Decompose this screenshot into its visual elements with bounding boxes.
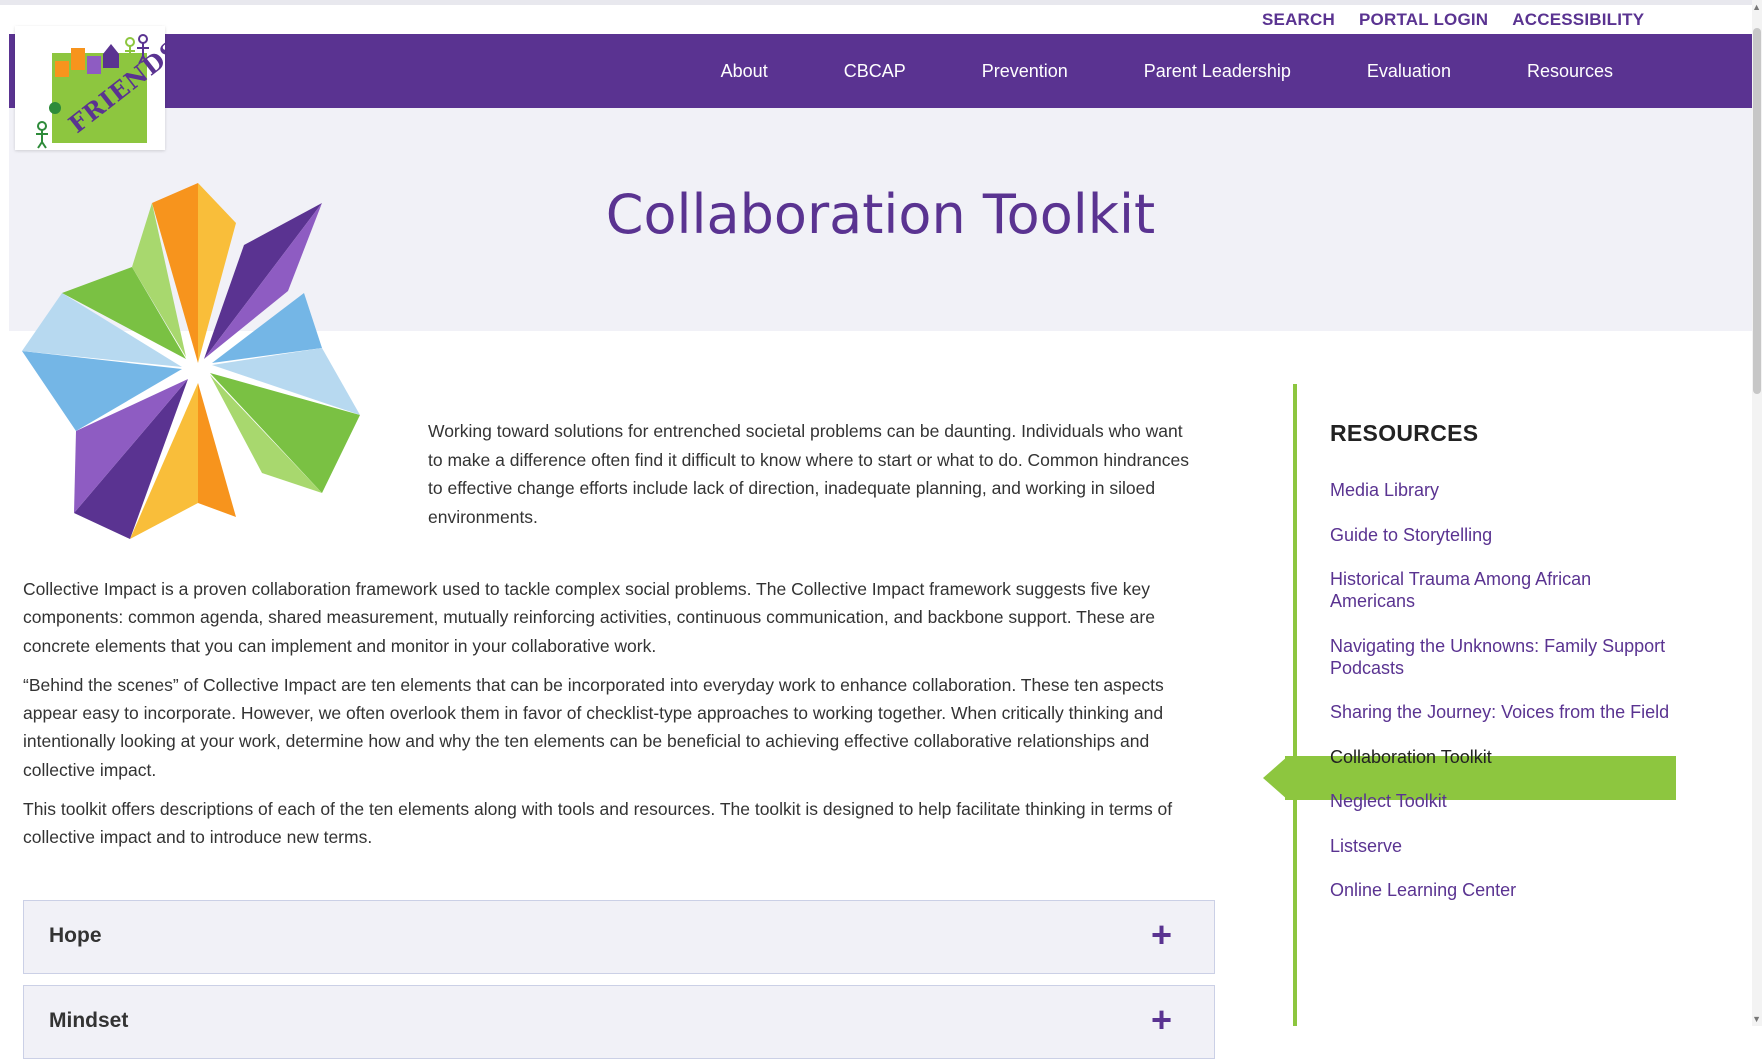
sidebar-divider <box>1293 384 1297 1026</box>
paragraph-behind-the-scenes: “Behind the scenes” of Collective Impact… <box>23 674 1164 780</box>
accordion-label: Hope <box>49 924 102 947</box>
nav-resources[interactable]: Resources <box>1489 61 1651 82</box>
sidebar-item-collaboration-toolkit[interactable]: Collaboration Toolkit <box>1330 737 1670 782</box>
sidebar-item-media-library[interactable]: Media Library <box>1330 470 1670 515</box>
accordion-hope[interactable]: Hope + <box>23 900 1215 974</box>
intro-paragraph: Working toward solutions for entrenched … <box>428 421 1190 527</box>
scroll-up-arrow-icon[interactable]: ▲ <box>1752 2 1761 12</box>
scrollbar[interactable]: ▲ ▼ <box>1752 0 1762 1026</box>
accessibility-link[interactable]: ACCESSIBILITY <box>1512 10 1644 30</box>
nav-prevention[interactable]: Prevention <box>944 61 1106 82</box>
main-nav: About CBCAP Prevention Parent Leadership… <box>683 34 1651 108</box>
search-link[interactable]: SEARCH <box>1262 10 1335 30</box>
friends-logo[interactable]: FRIENDS <box>15 26 186 150</box>
top-border <box>0 0 1762 5</box>
nav-cbcap[interactable]: CBCAP <box>806 61 944 82</box>
nav-evaluation[interactable]: Evaluation <box>1329 61 1489 82</box>
nav-parent-leadership[interactable]: Parent Leadership <box>1106 61 1329 82</box>
scroll-down-arrow-icon[interactable]: ▼ <box>1752 1014 1761 1024</box>
sidebar-title: RESOURCES <box>1330 420 1479 446</box>
portal-login-link[interactable]: PORTAL LOGIN <box>1359 10 1488 30</box>
sidebar-item-online-learning-center[interactable]: Online Learning Center <box>1330 870 1670 915</box>
expand-plus-icon[interactable]: + <box>1151 1000 1172 1040</box>
main-navbar: About CBCAP Prevention Parent Leadership… <box>9 34 1752 108</box>
sidebar-list: Media Library Guide to Storytelling Hist… <box>1330 470 1670 915</box>
sidebar-item-guide-to-storytelling[interactable]: Guide to Storytelling <box>1330 515 1670 560</box>
body-text: Collective Impact is a proven collaborat… <box>23 575 1213 863</box>
collaboration-pinwheel-graphic <box>22 183 360 539</box>
logo-graphic: FRIENDS <box>36 34 186 149</box>
sidebar-item-neglect-toolkit[interactable]: Neglect Toolkit <box>1330 781 1670 826</box>
paragraph-toolkit-description: This toolkit offers descriptions of each… <box>23 799 1173 848</box>
sidebar-item-sharing-the-journey[interactable]: Sharing the Journey: Voices from the Fie… <box>1330 692 1670 737</box>
sidebar-item-listserve[interactable]: Listserve <box>1330 826 1670 871</box>
accordion-mindset[interactable]: Mindset + <box>23 985 1215 1059</box>
sidebar-item-historical-trauma[interactable]: Historical Trauma Among African American… <box>1330 559 1670 626</box>
sidebar-item-navigating-the-unknowns[interactable]: Navigating the Unknowns: Family Support … <box>1330 626 1670 693</box>
paragraph-collective-impact: Collective Impact is a proven collaborat… <box>23 579 1155 656</box>
scrollbar-thumb[interactable] <box>1753 28 1761 394</box>
accordion-label: Mindset <box>49 1009 129 1032</box>
expand-plus-icon[interactable]: + <box>1151 915 1172 955</box>
nav-about[interactable]: About <box>683 61 806 82</box>
utility-nav: SEARCH PORTAL LOGIN ACCESSIBILITY <box>1262 10 1644 30</box>
